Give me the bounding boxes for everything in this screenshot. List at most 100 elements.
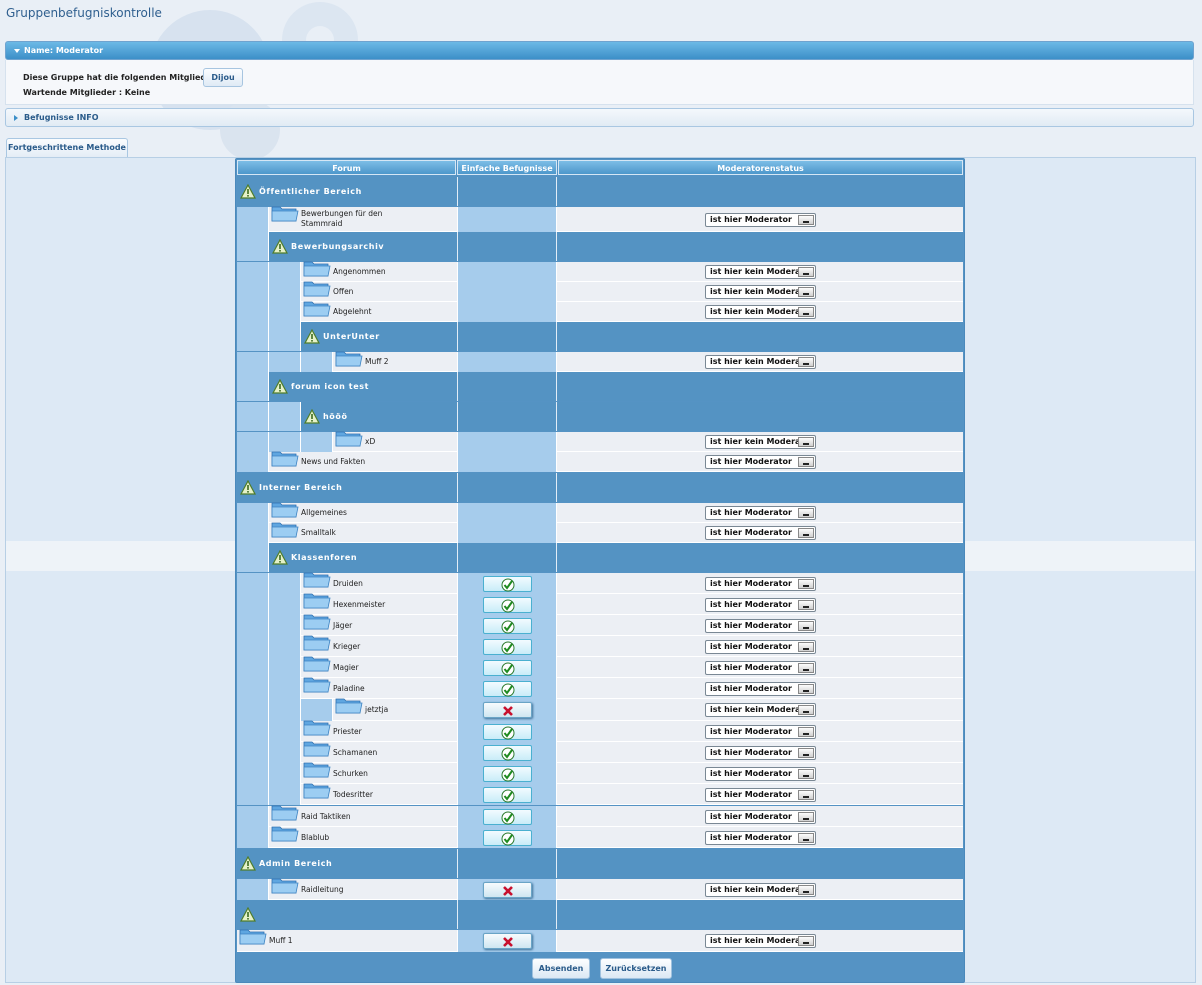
moderator-status-select[interactable]: ist hier kein Moderator [705, 703, 816, 717]
dropdown-arrow-icon[interactable] [798, 287, 814, 297]
dropdown-arrow-icon[interactable] [798, 683, 814, 694]
category-label[interactable]: forum icon test [291, 382, 369, 391]
moderator-status-select[interactable]: ist hier Moderator [705, 639, 816, 654]
permissions-info-bar[interactable]: Befugnisse INFO [5, 108, 1194, 127]
forum-name[interactable]: Allgemeines [301, 508, 391, 518]
forum-name[interactable]: Todesritter [333, 790, 423, 800]
dropdown-arrow-icon[interactable] [798, 662, 814, 673]
forum-name[interactable]: Abgelehnt [333, 307, 423, 317]
forum-name[interactable]: Hexenmeister [333, 600, 423, 610]
moderator-status-select[interactable]: ist hier Moderator [705, 830, 816, 845]
moderator-status-select[interactable]: ist hier kein Moderator [705, 435, 816, 449]
advanced-method-tab[interactable]: Fortgeschrittene Methode [6, 138, 128, 157]
forum-name[interactable]: Raidleitung [301, 885, 391, 895]
moderator-status-select[interactable]: ist hier kein Moderator [705, 355, 816, 369]
moderator-status-select[interactable]: ist hier kein Moderator [705, 882, 816, 897]
category-label[interactable]: Interner Bereich [259, 483, 342, 492]
forum-name[interactable]: Smalltalk [301, 528, 391, 538]
moderator-status-select[interactable]: ist hier Moderator [705, 506, 816, 520]
permission-granted-button[interactable] [483, 808, 532, 825]
forum-name[interactable]: Schurken [333, 769, 423, 779]
dropdown-arrow-icon[interactable] [798, 811, 814, 822]
permission-denied-button[interactable] [483, 933, 532, 949]
dropdown-arrow-icon[interactable] [798, 936, 814, 946]
dropdown-arrow-icon[interactable] [798, 578, 814, 589]
category-label[interactable]: Öffentlicher Bereich [259, 187, 362, 196]
moderator-status-select[interactable]: ist hier Moderator [705, 660, 816, 675]
category-label[interactable]: Admin Bereich [259, 859, 332, 868]
dropdown-arrow-icon[interactable] [798, 214, 814, 225]
permission-granted-button[interactable] [483, 723, 532, 740]
forum-name[interactable]: Raid Taktiken [301, 812, 391, 822]
moderator-status-select[interactable]: ist hier Moderator [705, 809, 816, 824]
forum-name[interactable]: Druiden [333, 579, 423, 589]
forum-name[interactable]: Magier [333, 663, 423, 673]
permission-granted-button[interactable] [483, 829, 532, 846]
category-label[interactable]: Bewerbungsarchiv [291, 242, 384, 251]
dropdown-arrow-icon[interactable] [798, 599, 814, 610]
group-name-bar[interactable]: Name: Moderator [5, 41, 1194, 60]
forum-name[interactable]: Muff 2 [365, 357, 455, 367]
dropdown-arrow-icon[interactable] [798, 528, 814, 538]
forum-name[interactable]: Angenommen [333, 267, 423, 277]
permission-denied-button[interactable] [483, 881, 532, 898]
dropdown-arrow-icon[interactable] [798, 307, 814, 317]
member-button[interactable]: Dijou [203, 68, 243, 87]
forum-name[interactable]: News und Fakten [301, 457, 391, 467]
dropdown-arrow-icon[interactable] [798, 641, 814, 652]
permission-granted-button[interactable] [483, 680, 532, 697]
moderator-status-select[interactable]: ist hier Moderator [705, 787, 816, 802]
moderator-status-select[interactable]: ist hier Moderator [705, 526, 816, 540]
dropdown-arrow-icon[interactable] [798, 267, 814, 277]
forum-name[interactable]: Paladine [333, 684, 423, 694]
permission-denied-button[interactable] [483, 702, 532, 718]
moderator-status-select[interactable]: ist hier Moderator [705, 576, 816, 591]
forum-name[interactable]: Priester [333, 727, 423, 737]
dropdown-arrow-icon[interactable] [798, 357, 814, 367]
moderator-status-select[interactable]: ist hier kein Moderator [705, 934, 816, 948]
reset-button[interactable]: Zurücksetzen [600, 958, 672, 979]
category-label[interactable]: Klassenforen [291, 553, 357, 562]
forum-name[interactable]: Jäger [333, 621, 423, 631]
dropdown-arrow-icon[interactable] [798, 884, 814, 895]
submit-button[interactable]: Absenden [532, 958, 590, 979]
moderator-status-select[interactable]: ist hier Moderator [705, 455, 816, 469]
dropdown-arrow-icon[interactable] [798, 768, 814, 779]
permission-granted-button[interactable] [483, 786, 532, 803]
forum-name[interactable]: Krieger [333, 642, 423, 652]
moderator-status-select[interactable]: ist hier kein Moderator [705, 305, 816, 319]
dropdown-arrow-icon[interactable] [798, 832, 814, 843]
category-label[interactable]: UnterUnter [323, 332, 380, 341]
moderator-status-select[interactable]: ist hier kein Moderator [705, 285, 816, 299]
moderator-status-select[interactable]: ist hier Moderator [705, 766, 816, 781]
permission-granted-button[interactable] [483, 617, 532, 634]
forum-name[interactable]: Schamanen [333, 748, 423, 758]
dropdown-arrow-icon[interactable] [798, 457, 814, 467]
moderator-status-select[interactable]: ist hier Moderator [705, 618, 816, 633]
forum-name[interactable]: Bewerbungen für den Stammraid [301, 209, 391, 229]
permission-granted-button[interactable] [483, 659, 532, 676]
permission-granted-button[interactable] [483, 638, 532, 655]
forum-name[interactable]: jetztja [365, 705, 455, 715]
dropdown-arrow-icon[interactable] [798, 726, 814, 737]
moderator-status-select[interactable]: ist hier Moderator [705, 745, 816, 760]
permission-granted-button[interactable] [483, 744, 532, 761]
dropdown-arrow-icon[interactable] [798, 437, 814, 447]
dropdown-arrow-icon[interactable] [798, 620, 814, 631]
category-label[interactable]: hööö [323, 412, 348, 421]
forum-name[interactable]: Blablub [301, 833, 391, 843]
forum-name[interactable]: Offen [333, 287, 423, 297]
permission-granted-button[interactable] [483, 596, 532, 613]
dropdown-arrow-icon[interactable] [798, 508, 814, 518]
dropdown-arrow-icon[interactable] [798, 747, 814, 758]
permission-granted-button[interactable] [483, 765, 532, 782]
moderator-status-select[interactable]: ist hier Moderator [705, 681, 816, 696]
moderator-status-select[interactable]: ist hier Moderator [705, 212, 816, 227]
dropdown-arrow-icon[interactable] [798, 705, 814, 715]
moderator-status-select[interactable]: ist hier kein Moderator [705, 265, 816, 279]
forum-name[interactable]: xD [365, 437, 455, 447]
moderator-status-select[interactable]: ist hier Moderator [705, 597, 816, 612]
forum-name[interactable]: Muff 1 [269, 936, 359, 946]
dropdown-arrow-icon[interactable] [798, 789, 814, 800]
moderator-status-select[interactable]: ist hier Moderator [705, 724, 816, 739]
